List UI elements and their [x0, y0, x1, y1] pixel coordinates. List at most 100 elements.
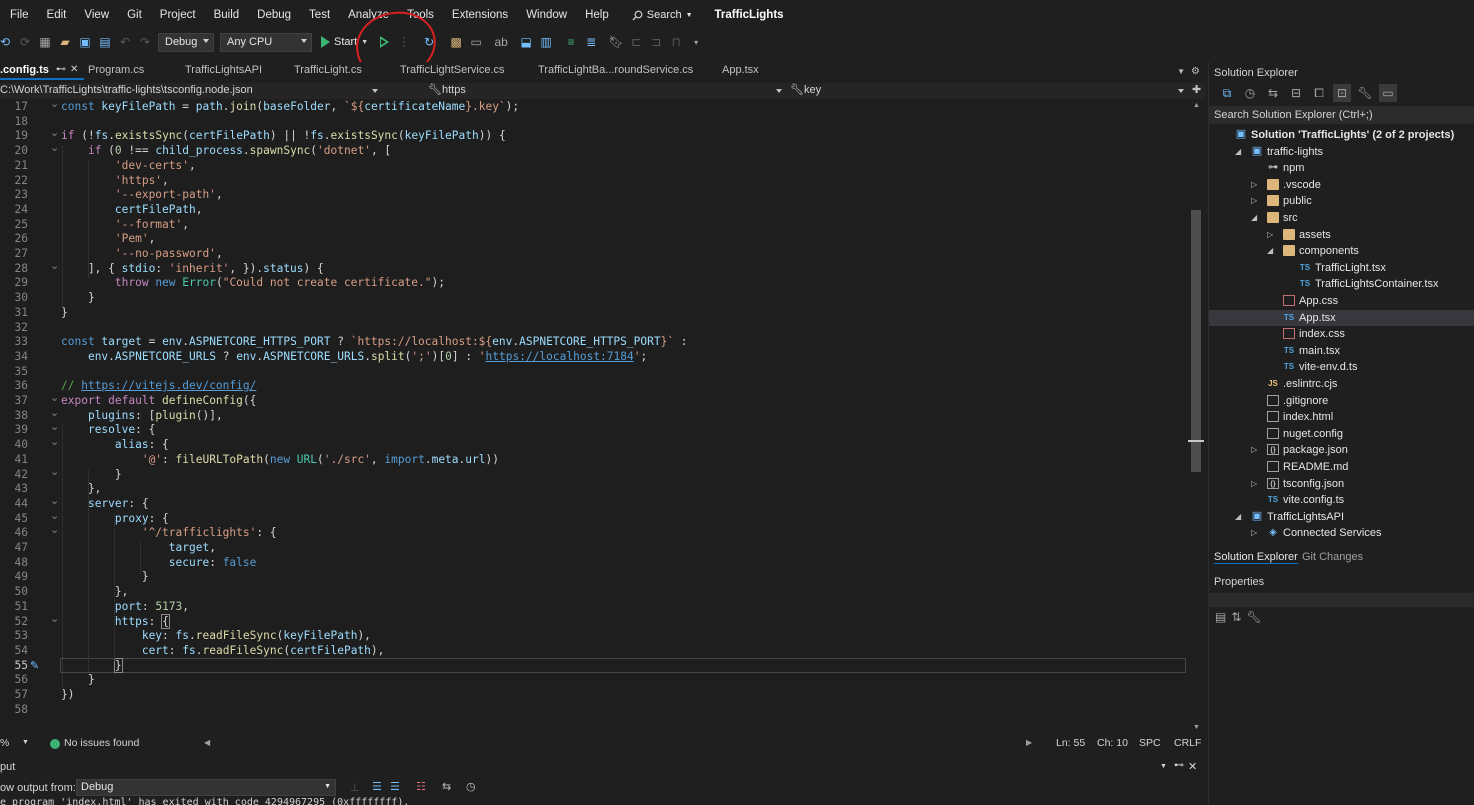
fold-toggle-icon[interactable]: ⌄	[50, 141, 59, 154]
spell-check-icon[interactable]: ab	[492, 33, 510, 51]
tab-solution-explorer[interactable]: Solution Explorer	[1214, 551, 1298, 564]
solution-explorer-search-input[interactable]: Search Solution Explorer (Ctrl+;)	[1209, 106, 1474, 124]
collapsed-arrow-icon[interactable]: ▷	[1251, 479, 1257, 488]
platform-dropdown[interactable]: Any CPU	[220, 32, 312, 52]
project-dropdown[interactable]: C:\Work\TrafficLights\traffic-lights\tsc…	[0, 84, 253, 96]
code-line[interactable]: 42 }	[0, 468, 1188, 483]
chevron-down-icon[interactable]	[372, 89, 378, 93]
code-line[interactable]: 56 }	[0, 673, 1188, 688]
tab-program-cs[interactable]: Program.cs	[84, 62, 180, 80]
code-line[interactable]: 45 proxy: {	[0, 512, 1188, 527]
code-line[interactable]: 37 export default defineConfig({	[0, 394, 1188, 409]
tree-item[interactable]: ◢ ▣ TrafficLightsAPI	[1209, 509, 1474, 526]
code-line[interactable]: 19 if (!fs.existsSync(certFilePath) || !f…	[0, 129, 1188, 144]
expanded-arrow-icon[interactable]: ◢	[1267, 246, 1273, 255]
comment-icon[interactable]: ≡	[562, 33, 580, 51]
line-ending-status[interactable]: CRLF	[1174, 737, 1201, 749]
tree-item[interactable]: TS App.tsx	[1209, 309, 1474, 327]
tab-app-tsx[interactable]: App.tsx	[722, 62, 802, 80]
code-line[interactable]: 51 port: 5173,	[0, 600, 1188, 615]
code-line[interactable]: 36 // https://vitejs.dev/config/	[0, 379, 1188, 394]
undo-icon[interactable]: ↶	[116, 33, 134, 51]
code-line[interactable]: 20 if (0 !== child_process.spawnSync('do…	[0, 144, 1188, 159]
fold-toggle-icon[interactable]: ⌄	[50, 391, 59, 404]
tab-git-changes[interactable]: Git Changes	[1302, 551, 1363, 563]
new-project-icon[interactable]: ▦	[36, 33, 54, 51]
tree-item[interactable]: ▷ public	[1209, 193, 1474, 210]
code-line[interactable]: 43 },	[0, 482, 1188, 497]
collapse-all-icon[interactable]: ⊟	[1287, 84, 1305, 102]
tab-trafficlightservice-cs[interactable]: TrafficLightService.cs	[400, 62, 538, 80]
back-navigation-icon[interactable]: ⟲	[0, 33, 14, 51]
code-line[interactable]: 48 secure: false	[0, 556, 1188, 571]
fold-toggle-icon[interactable]: ⌄	[50, 435, 59, 448]
tree-item[interactable]: ⊶ npm	[1209, 160, 1474, 177]
code-line[interactable]: 30 }	[0, 291, 1188, 306]
code-line[interactable]: 54 cert: fs.readFileSync(certFilePath),	[0, 644, 1188, 659]
code-line[interactable]: 53 key: fs.readFileSync(keyFilePath),	[0, 629, 1188, 644]
property-pages-icon[interactable]: 🔧︎	[1246, 610, 1261, 624]
menu-analyze[interactable]: Analyze	[339, 9, 398, 21]
sync-icon[interactable]: ⇆	[1264, 84, 1282, 102]
code-line[interactable]: 41 '@': fileURLToPath(new URL('./src', i…	[0, 453, 1188, 468]
properties-object-dropdown[interactable]	[1209, 593, 1474, 607]
code-line[interactable]: 40 alias: {	[0, 438, 1188, 453]
clear-bookmarks-icon[interactable]: ⊓	[667, 33, 685, 51]
categorized-icon[interactable]: ▤	[1215, 610, 1226, 624]
save-icon[interactable]: ▣	[76, 33, 94, 51]
fold-toggle-icon[interactable]: ⌄	[50, 100, 59, 110]
code-line[interactable]: 58	[0, 703, 1188, 718]
menu-test[interactable]: Test	[300, 9, 339, 21]
tree-item[interactable]: README.md	[1209, 459, 1474, 476]
code-line[interactable]: 47 target,	[0, 541, 1188, 556]
tree-item[interactable]: TS TrafficLightsContainer.tsx	[1209, 276, 1474, 293]
next-bookmark-icon[interactable]: ⊐	[647, 33, 665, 51]
quick-actions-brush-icon[interactable]: ✎	[30, 659, 39, 672]
menu-edit[interactable]: Edit	[38, 9, 76, 21]
collapsed-arrow-icon[interactable]: ▷	[1251, 196, 1257, 205]
code-line[interactable]: 55 }	[0, 657, 1188, 674]
menu-view[interactable]: View	[75, 9, 118, 21]
fold-toggle-icon[interactable]: ⌄	[50, 126, 59, 139]
next-message-icon[interactable]: ☰	[390, 780, 400, 793]
hot-reload-icon[interactable]: ↻	[420, 33, 438, 51]
tree-item[interactable]: ▷ {} package.json	[1209, 442, 1474, 459]
code-line[interactable]: 33 const target = env.ASPNETCORE_HTTPS_PO…	[0, 335, 1188, 350]
scroll-up-icon[interactable]: ▲	[1193, 102, 1200, 109]
close-icon[interactable]: ✕	[70, 64, 78, 75]
properties-icon[interactable]: 🔧︎	[1356, 84, 1374, 102]
fold-toggle-icon[interactable]: ⌄	[50, 420, 59, 433]
expanded-arrow-icon[interactable]: ◢	[1235, 147, 1241, 156]
start-debugging-button[interactable]: Start ▼	[315, 32, 374, 52]
code-line[interactable]: 52 https: {	[0, 613, 1188, 630]
tree-item[interactable]: ◢ ▣ traffic-lights	[1209, 144, 1474, 161]
prev-bookmark-icon[interactable]: ⊏	[627, 33, 645, 51]
pin-icon[interactable]: ⊷	[1174, 760, 1184, 771]
tree-item[interactable]: JS .eslintrc.cjs	[1209, 376, 1474, 393]
whitespace-status[interactable]: SPC	[1139, 737, 1161, 749]
tab-list-dropdown-icon[interactable]: ▼	[1177, 67, 1185, 76]
search-button[interactable]: Search ▼	[624, 9, 701, 21]
chevron-down-icon[interactable]	[1178, 89, 1184, 93]
tab-trafficlight-cs[interactable]: TrafficLight.cs	[294, 62, 400, 80]
find-message-icon[interactable]: ⊥	[350, 781, 360, 794]
menu-help[interactable]: Help	[576, 9, 618, 21]
chevron-down-icon[interactable]	[776, 89, 782, 93]
tab-trafficlightbackgroundservice-cs[interactable]: TrafficLightBa...roundService.cs	[538, 62, 722, 80]
collapsed-arrow-icon[interactable]: ▷	[1251, 445, 1257, 454]
tab-vite-config[interactable]: .config.ts ⊷ ✕	[0, 62, 84, 80]
tree-item[interactable]: App.css	[1209, 293, 1474, 310]
tree-item[interactable]: ▷ .vscode	[1209, 177, 1474, 194]
menu-tools[interactable]: Tools	[398, 9, 443, 21]
fold-toggle-icon[interactable]: ⌄	[50, 406, 59, 419]
chevron-down-icon[interactable]: ▼	[22, 739, 29, 746]
show-all-files-icon[interactable]: ⧠	[1310, 84, 1328, 102]
tree-item[interactable]: index.html	[1209, 409, 1474, 426]
collapsed-arrow-icon[interactable]: ▷	[1251, 180, 1257, 189]
menu-file[interactable]: File	[0, 9, 38, 21]
fold-toggle-icon[interactable]: ⌄	[50, 259, 59, 272]
switch-views-icon[interactable]: ⧉	[1218, 84, 1236, 102]
bookmark-icon[interactable]: 🔖︎	[607, 33, 625, 51]
format-icon[interactable]: ▥	[537, 33, 555, 51]
code-line[interactable]: 50 },	[0, 585, 1188, 600]
